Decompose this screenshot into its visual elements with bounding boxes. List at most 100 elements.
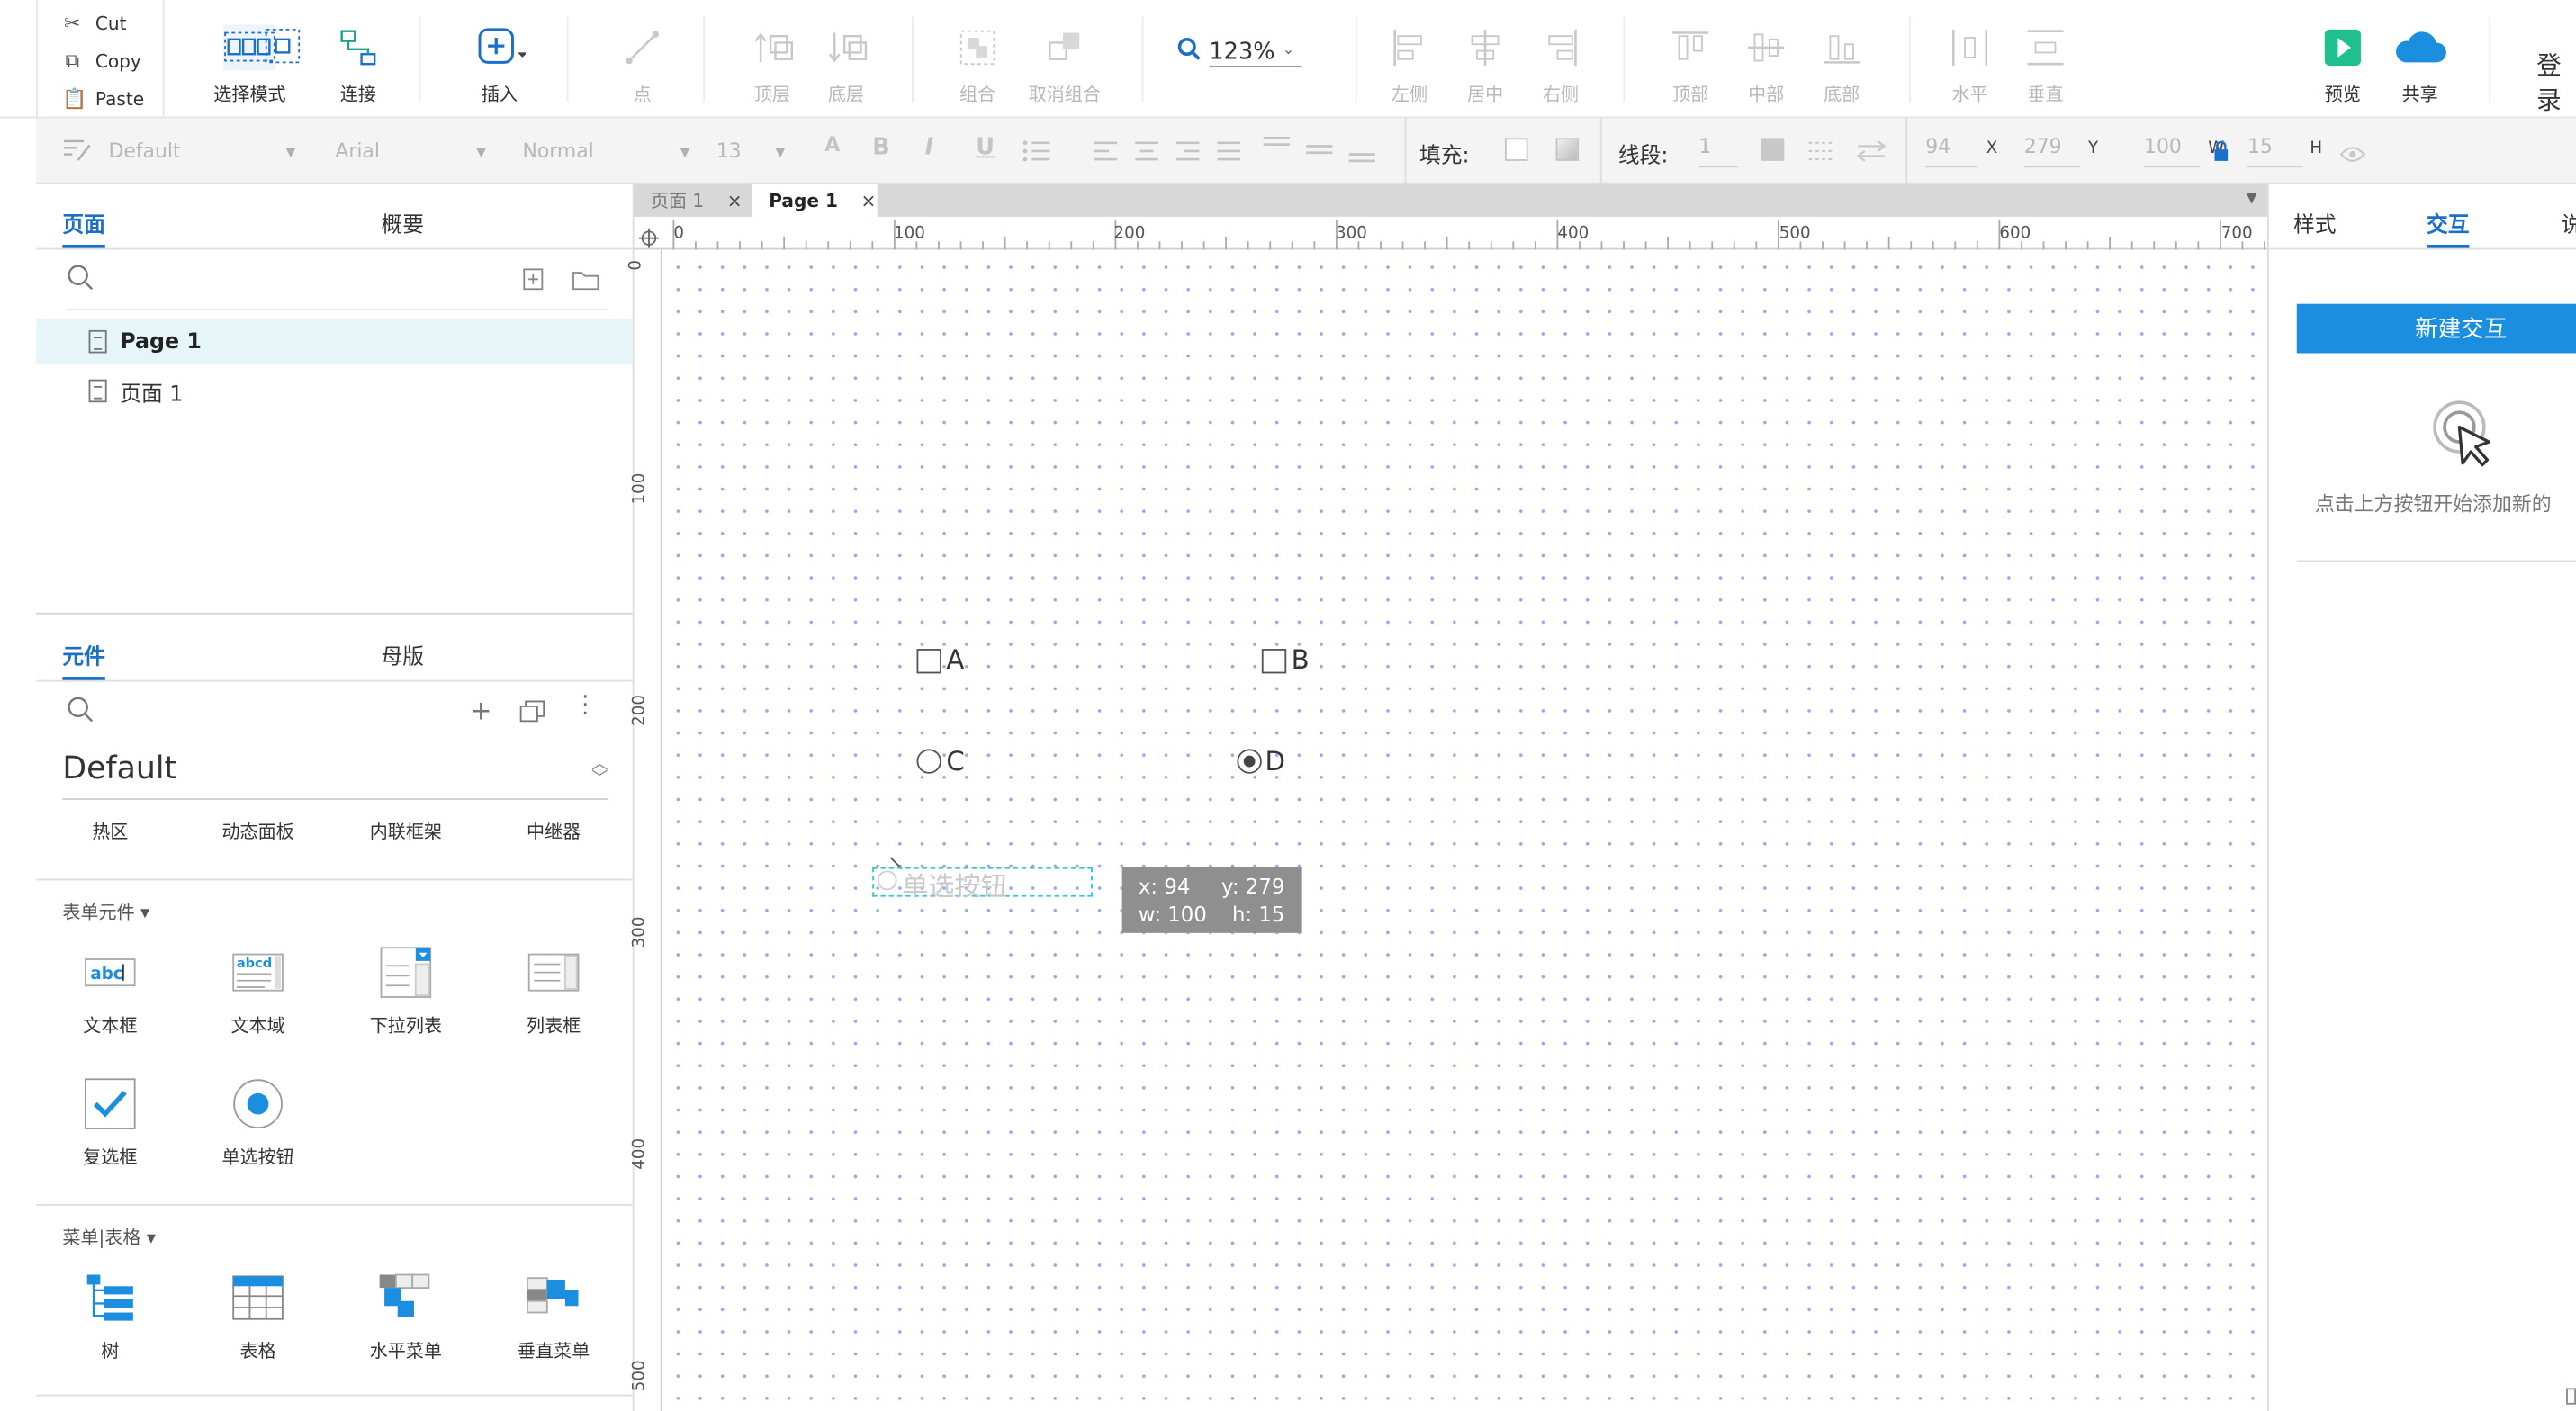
lock-icon[interactable]: [2213, 138, 2229, 169]
add-folder-icon[interactable]: [572, 266, 601, 298]
tab-overflow-chevron-icon[interactable]: ▼: [2246, 191, 2257, 207]
font-weight-select[interactable]: Normal ▼: [522, 135, 696, 168]
widget-horizontal-menu[interactable]: 水平菜单: [332, 1268, 480, 1363]
fill-color-swatch[interactable]: [1504, 138, 1528, 161]
italic-icon[interactable]: I: [925, 135, 934, 161]
library-stack-icon[interactable]: [519, 698, 545, 730]
library-select[interactable]: Default ︿ ﹀: [62, 750, 608, 800]
align-right-icon: [1539, 23, 1581, 73]
widget-table[interactable]: 表格: [184, 1268, 331, 1363]
tab-notes[interactable]: 说: [2562, 207, 2576, 238]
tab-interactions[interactable]: 交互: [2426, 207, 2470, 250]
widget-list-box[interactable]: 列表框: [480, 943, 627, 1038]
radio-d[interactable]: [1237, 749, 1262, 774]
copy-button[interactable]: ⧉ Copy: [46, 42, 164, 78]
align-center-button[interactable]: 居中: [1461, 23, 1510, 107]
share-button[interactable]: 共享: [2389, 23, 2451, 107]
text-align-right-icon[interactable]: [1175, 138, 1201, 169]
font-color-icon[interactable]: A: [824, 133, 840, 157]
widget-checkbox[interactable]: 复选框: [36, 1074, 184, 1170]
widget-vertical-menu[interactable]: 垂直菜单: [480, 1268, 627, 1363]
widget-text-area[interactable]: abcd 文本域: [184, 943, 331, 1038]
new-interaction-button[interactable]: 新建交互: [2296, 303, 2576, 354]
tab-style[interactable]: 样式: [2293, 207, 2336, 238]
text-align-left-icon[interactable]: [1093, 138, 1119, 169]
ruler-label: 300: [631, 916, 650, 948]
stroke-width-input[interactable]: 1: [1698, 135, 1739, 168]
align-middle-button[interactable]: 中部: [1742, 23, 1791, 107]
y-input[interactable]: 279: [2023, 135, 2080, 168]
tab-masters[interactable]: 母版: [381, 639, 423, 670]
valign-middle-icon[interactable]: [1304, 135, 1334, 171]
tab-pages[interactable]: 页面: [62, 207, 105, 250]
doc-tab-active[interactable]: Page 1 ×: [752, 184, 878, 217]
x-input[interactable]: 94: [1925, 135, 1978, 168]
point-button[interactable]: 点: [617, 23, 667, 107]
valign-top-icon[interactable]: [1262, 135, 1292, 171]
widget-text-field[interactable]: abc 文本框: [36, 943, 184, 1038]
cut-button[interactable]: ✂ Cut: [46, 4, 164, 40]
send-back-icon: [824, 23, 868, 73]
text-justify-icon[interactable]: [1216, 138, 1242, 169]
doc-tab[interactable]: 页面 1 ×: [635, 184, 752, 217]
add-library-icon[interactable]: +: [470, 695, 491, 726]
zoom-control[interactable]: 123% ⌄: [1176, 36, 1302, 69]
group-button[interactable]: 组合: [953, 23, 1003, 107]
page-item[interactable]: 页面 1: [36, 368, 633, 414]
stroke-pattern-icon[interactable]: [1807, 138, 1837, 169]
align-right-button[interactable]: 右侧: [1536, 23, 1586, 107]
insert-button[interactable]: 插入: [470, 23, 529, 107]
font-size-select[interactable]: 13 ▼: [716, 135, 792, 168]
tab-widgets[interactable]: 元件: [62, 639, 105, 682]
close-icon[interactable]: ×: [860, 190, 876, 211]
tab-outline[interactable]: 概要: [381, 207, 423, 238]
add-page-icon[interactable]: [522, 266, 545, 298]
checkbox-b[interactable]: [1261, 649, 1287, 674]
text-align-center-icon[interactable]: [1133, 138, 1159, 169]
checkbox-a[interactable]: [916, 649, 941, 674]
send-back-button[interactable]: 底层: [822, 23, 871, 107]
radio-c[interactable]: [916, 749, 941, 774]
contain-select-icon[interactable]: [263, 26, 302, 72]
stroke-color-swatch[interactable]: [1761, 138, 1785, 161]
height-input[interactable]: 15: [2247, 135, 2304, 168]
paste-button[interactable]: 📋 Paste: [46, 80, 164, 116]
close-icon[interactable]: ×: [727, 190, 743, 211]
font-select[interactable]: Arial ▼: [335, 135, 492, 168]
bold-icon[interactable]: B: [872, 135, 889, 161]
widget-hotspot[interactable]: 热区: [36, 818, 184, 844]
section-form-widgets[interactable]: 表单元件 ▾: [62, 898, 149, 924]
valign-bottom-icon[interactable]: [1347, 135, 1377, 171]
distribute-horizontal-button[interactable]: 水平: [1945, 23, 1995, 107]
widget-radio-button[interactable]: 单选按钮: [184, 1074, 331, 1170]
point-edit-icon: [621, 23, 663, 73]
search-icon[interactable]: [66, 263, 95, 299]
login-link[interactable]: 登录: [2536, 48, 2576, 117]
distribute-vertical-button[interactable]: 垂直: [2021, 23, 2070, 107]
align-top-button[interactable]: 顶部: [1666, 23, 1716, 107]
bring-front-button[interactable]: 顶层: [748, 23, 797, 107]
style-select[interactable]: Default ▼: [108, 135, 302, 168]
preview-button[interactable]: 预览: [2317, 23, 2369, 107]
widget-dropdown[interactable]: 下拉列表: [332, 943, 480, 1038]
more-vertical-icon[interactable]: · · ·: [581, 687, 589, 726]
widget-tree[interactable]: 树: [36, 1268, 184, 1363]
align-bottom-button[interactable]: 底部: [1817, 23, 1867, 107]
align-left-button[interactable]: 左侧: [1385, 23, 1435, 107]
corner-resize-icon[interactable]: [2566, 1388, 2576, 1405]
underline-icon[interactable]: U: [976, 135, 995, 161]
widget-inline-frame[interactable]: 内联框架: [332, 818, 480, 844]
design-canvas[interactable]: A B C D 单选按钮 x: 94 y: 279 w: 100 h: 15: [662, 249, 2267, 1411]
eye-icon[interactable]: [2339, 139, 2366, 171]
width-input[interactable]: 100: [2144, 135, 2201, 168]
widget-repeater[interactable]: 中继器: [480, 818, 627, 844]
search-icon[interactable]: [66, 695, 95, 731]
bullet-list-icon[interactable]: [1022, 138, 1051, 171]
widget-dynamic-panel[interactable]: 动态面板: [184, 818, 331, 844]
page-item[interactable]: Page 1: [36, 319, 633, 365]
ungroup-button[interactable]: 取消组合: [1022, 23, 1107, 107]
arrow-style-icon[interactable]: [1856, 138, 1887, 169]
connect-button[interactable]: 连接: [329, 23, 388, 107]
fill-shadow-swatch[interactable]: [1555, 138, 1580, 161]
section-menu-table-widgets[interactable]: 菜单|表格 ▾: [62, 1224, 156, 1250]
